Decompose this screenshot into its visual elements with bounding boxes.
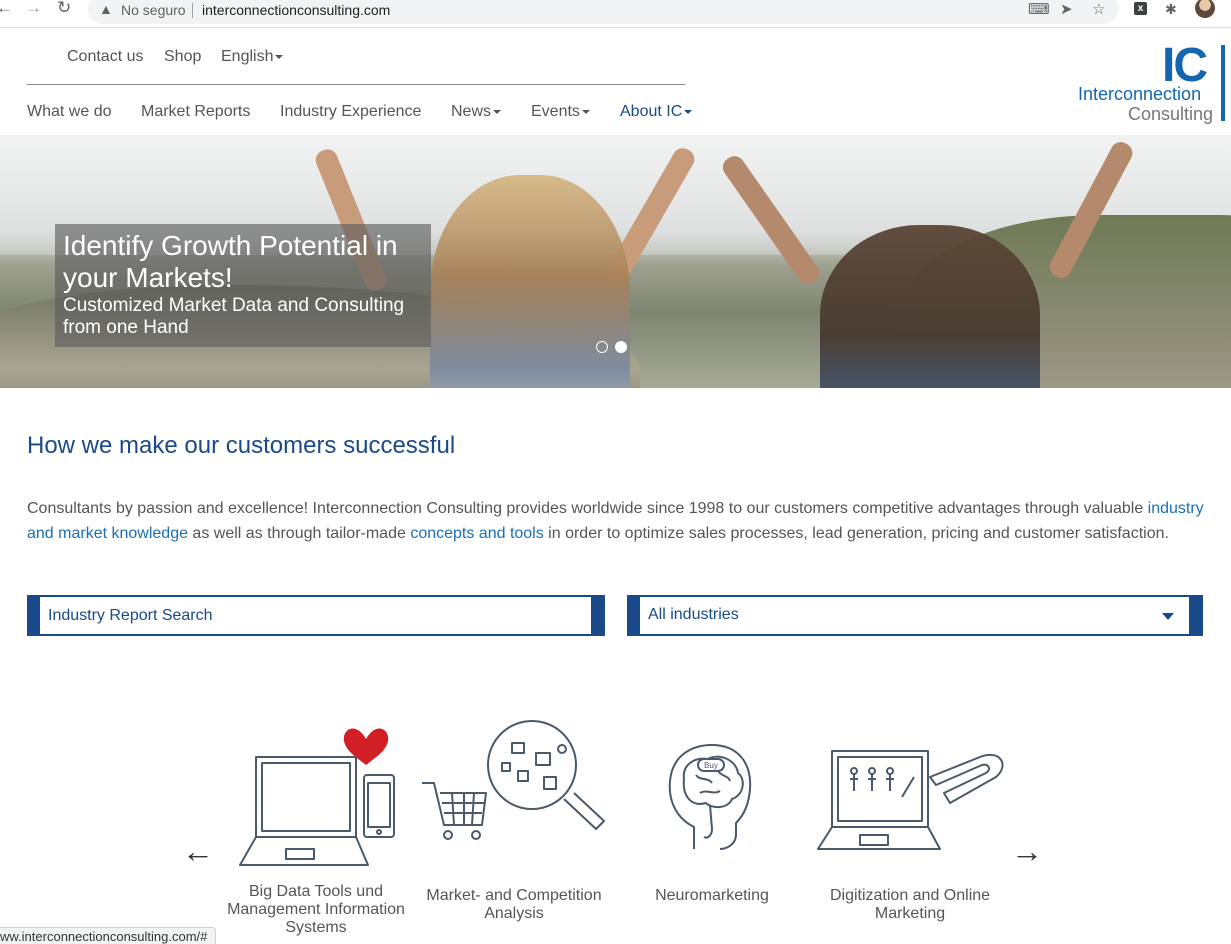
intro-paragraph: Consultants by passion and excellence! I… [27,500,1204,542]
status-bar-url: ww.interconnectionconsulting.com/# [0,927,217,944]
search-input[interactable] [40,597,591,634]
extensions-puzzle-icon[interactable]: ✱ [1165,1,1177,18]
industry-select-value: All industries [648,606,739,623]
url-text[interactable]: interconnectionconsulting.com [202,2,390,18]
hero-subtitle: Customized Market Data and Consulting fr… [63,295,405,338]
hero-person [430,175,630,388]
laptop-magnet-icon [817,750,1004,850]
hero-carousel[interactable]: Identify Growth Potential in your Market… [0,135,1231,388]
industry-select-field[interactable]: All industries [640,597,1189,634]
reload-icon[interactable]: ↻ [57,0,71,18]
head-brain-icon: Buy [668,744,752,850]
send-icon[interactable]: ➤ [1060,0,1073,18]
profile-avatar[interactable] [1195,0,1215,18]
nav-market-reports[interactable]: Market Reports [141,103,250,121]
chevron-down-icon [581,109,590,114]
hero-caption: Identify Growth Potential in your Market… [55,224,431,347]
chevron-down-icon [275,54,284,59]
service-item[interactable]: Market- and Competition Analysis [414,715,614,922]
browser-toolbar: ← → ↻ ▲ No seguro interconnectionconsult… [0,0,1231,28]
nav-industry-experience[interactable]: Industry Experience [280,103,421,121]
back-icon[interactable]: ← [0,0,13,18]
extension-x-icon[interactable]: x [1134,2,1147,15]
hero-person [820,225,1040,388]
security-label[interactable]: No seguro [121,2,186,18]
service-label: Market- and Competition Analysis [426,887,602,922]
nav-what-we-do[interactable]: What we do [27,103,111,121]
warning-icon[interactable]: ▲ [99,1,113,17]
service-item[interactable]: Big Data Tools und Management Informatio… [216,715,416,936]
section-heading: How we make our customers successful [27,432,456,459]
service-label: Neuromarketing [655,887,769,904]
hero-title: Identify Growth Potential in your Market… [63,230,398,293]
chevron-down-icon [1162,613,1174,620]
service-label: Digitization and Online Marketing [829,887,991,922]
header-divider [27,84,685,85]
service-item[interactable]: Digitization and Online Marketing [810,715,1010,922]
laptop-phone-heart-icon [239,728,395,866]
carousel-dot-2[interactable] [615,341,627,353]
site-logo[interactable]: IC Interconnection Consulting [1076,39,1226,126]
logo-line2: Consulting [1128,104,1214,124]
carousel-prev-arrow[interactable]: ← [182,833,214,870]
divider [192,3,193,18]
bookmark-star-icon[interactable]: ☆ [1092,0,1105,18]
nav-about-ic[interactable]: About IC [620,103,693,121]
service-item[interactable]: Buy Neuromarketing [612,715,812,904]
industry-select[interactable]: All industries [627,595,1203,636]
language-dropdown[interactable]: English [221,48,284,66]
carousel-dot-1[interactable] [596,341,608,353]
forward-icon[interactable]: → [25,0,42,18]
concepts-tools-link[interactable]: concepts and tools [410,525,543,542]
logo-bar [1221,45,1225,121]
nav-news[interactable]: News [451,103,502,121]
translate-icon[interactable]: ⌨ [1028,0,1050,18]
buy-icon-label: Buy [704,761,718,770]
contact-us-link[interactable]: Contact us [67,48,143,66]
logo-line1: Interconnection [1078,84,1202,104]
chevron-down-icon [684,109,693,114]
shop-link[interactable]: Shop [164,48,201,66]
cart-magnifier-icon [422,720,605,840]
carousel-next-arrow[interactable]: → [1011,833,1043,870]
service-label: Big Data Tools und Management Informatio… [227,883,405,936]
chevron-down-icon [493,109,502,114]
nav-events[interactable]: Events [531,103,590,121]
report-search-box [27,595,605,636]
address-bar[interactable]: ▲ No seguro interconnectionconsulting.co… [88,0,1118,24]
